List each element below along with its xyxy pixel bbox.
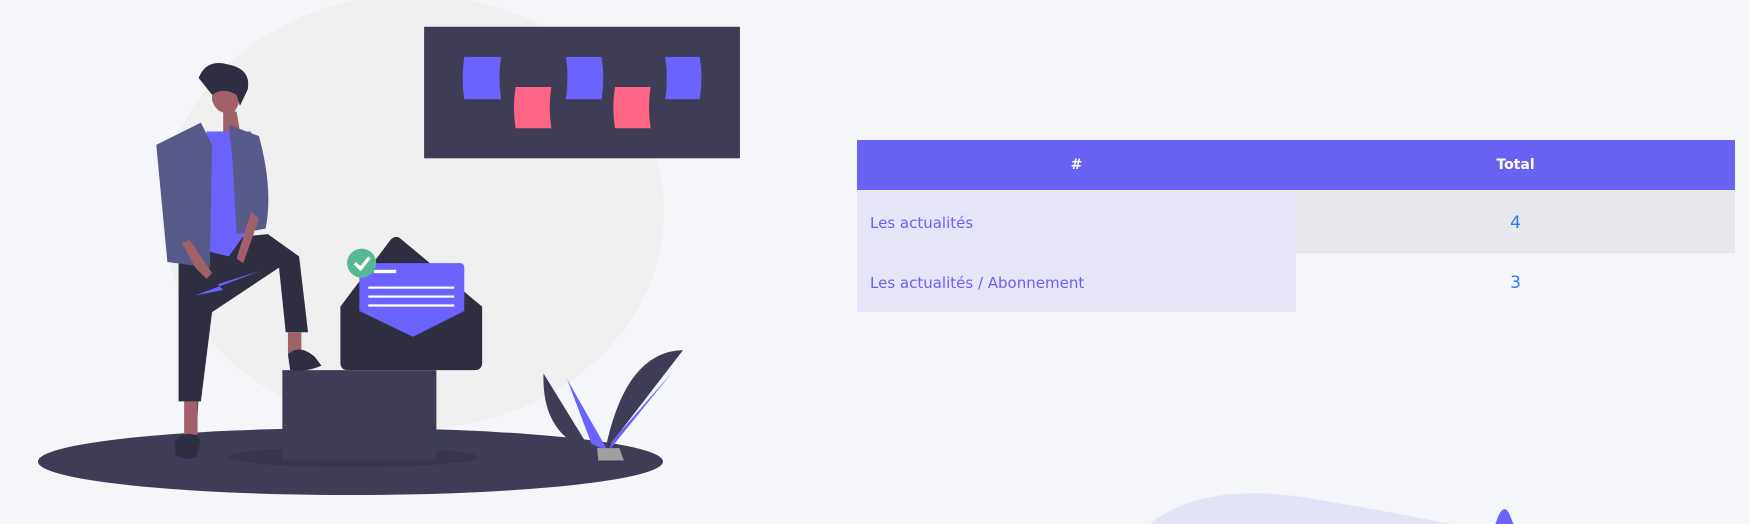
bottom-blob xyxy=(1149,493,1451,524)
column-header-label[interactable]: # xyxy=(857,140,1296,193)
panel-bar xyxy=(613,86,651,129)
letter-line xyxy=(368,304,455,307)
stats-table: # Total Les actualités 4 Les actualités … xyxy=(857,140,1735,312)
panel-bar xyxy=(665,56,702,100)
letter-line xyxy=(373,269,397,274)
table-header-row: # Total xyxy=(857,140,1735,193)
row-label: Les actualités / Abonnement xyxy=(857,252,1296,312)
row-total: 3 xyxy=(1510,272,1521,293)
row-total: 4 xyxy=(1296,191,1735,253)
table-row: Les actualités 4 xyxy=(857,191,1735,253)
panel-bar xyxy=(462,56,502,100)
panel-bar xyxy=(565,56,604,100)
row-label: Les actualités xyxy=(857,191,1296,253)
panel-bar xyxy=(513,86,552,129)
check-icon xyxy=(347,248,377,278)
pedestal xyxy=(282,370,437,460)
letter-line xyxy=(368,286,455,289)
column-header-total[interactable]: Total xyxy=(1296,140,1735,193)
bottom-leaf xyxy=(1495,509,1514,524)
table-row: Les actualités / Abonnement 3 xyxy=(857,252,1735,312)
letter-line xyxy=(368,295,455,298)
